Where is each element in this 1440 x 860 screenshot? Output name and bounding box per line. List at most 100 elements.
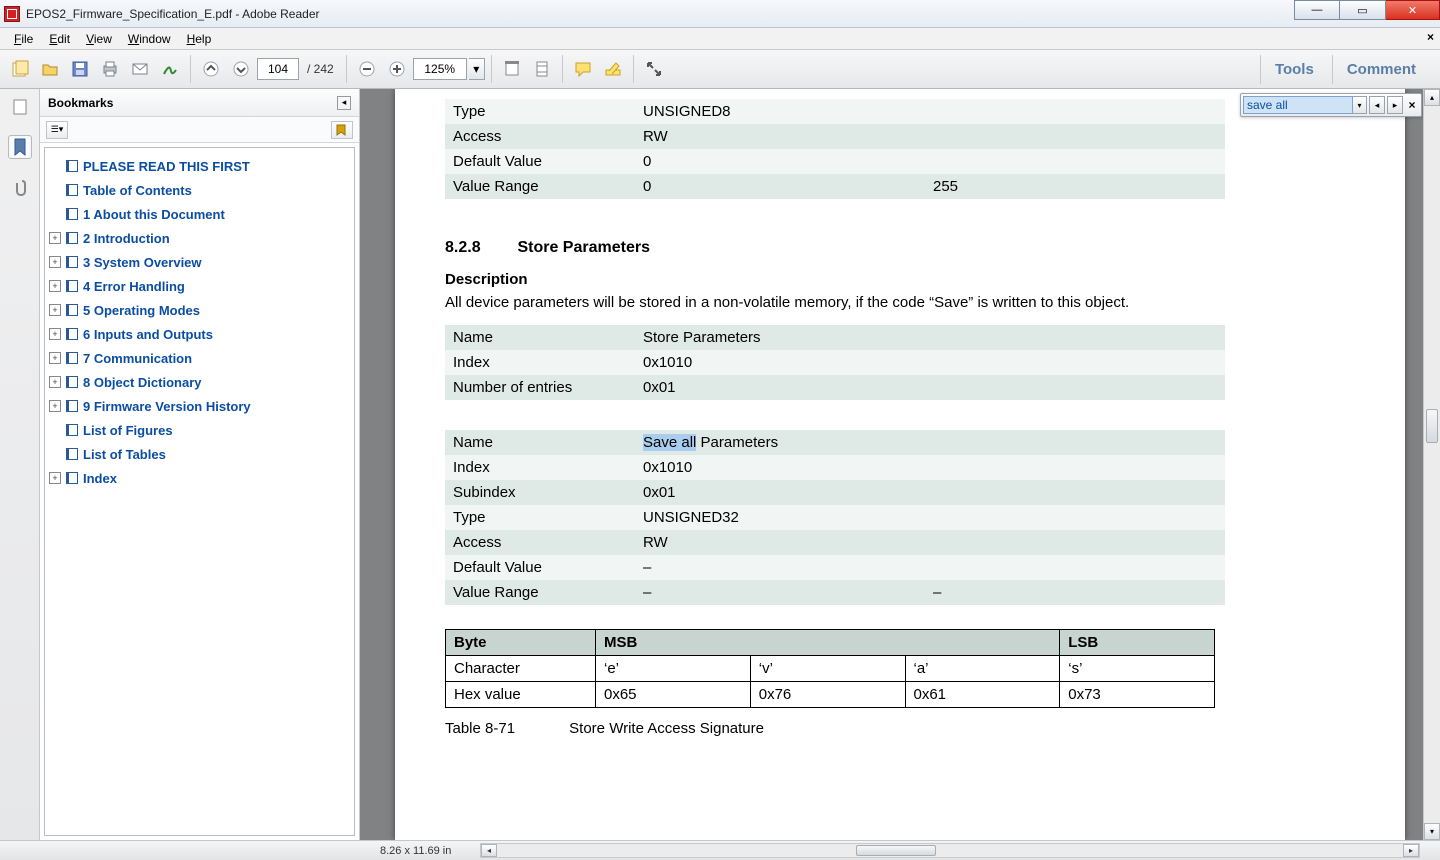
expand-toggle-icon[interactable]: + [49, 304, 61, 316]
cell-value: UNSIGNED8 [635, 99, 925, 124]
find-close-icon[interactable]: × [1405, 98, 1419, 112]
expand-toggle-icon[interactable]: + [49, 280, 61, 292]
zoom-level[interactable]: 125% [413, 58, 467, 80]
page-up-icon[interactable] [197, 55, 225, 83]
highlight-icon[interactable] [599, 55, 627, 83]
menu-file[interactable]: File [6, 30, 41, 48]
expand-toggle-icon[interactable]: + [49, 376, 61, 388]
cell-value: 0x65 [596, 682, 751, 708]
bookmark-item[interactable]: 1 About this Document [49, 202, 350, 226]
menu-help[interactable]: Help [179, 30, 220, 48]
thumbnails-icon[interactable] [8, 95, 32, 119]
hscroll-left-icon[interactable]: ◂ [481, 844, 497, 857]
bm-options-icon[interactable]: ☰▾ [46, 121, 68, 139]
hscroll-right-icon[interactable]: ▸ [1403, 844, 1419, 857]
scroll-thumb[interactable] [1426, 409, 1438, 443]
bookmark-label[interactable]: Index [83, 471, 117, 486]
bookmark-label[interactable]: 1 About this Document [83, 207, 225, 222]
minimize-button[interactable]: — [1294, 0, 1340, 20]
print-icon[interactable] [96, 55, 124, 83]
expand-toggle-icon[interactable]: + [49, 232, 61, 244]
bookmark-item[interactable]: +9 Firmware Version History [49, 394, 350, 418]
horizontal-scrollbar[interactable]: ◂ ▸ [480, 843, 1420, 858]
open-icon[interactable] [36, 55, 64, 83]
maximize-button[interactable]: ▭ [1340, 0, 1386, 20]
bookmark-label[interactable]: 4 Error Handling [83, 279, 185, 294]
bookmark-label[interactable]: 9 Firmware Version History [83, 399, 251, 414]
bookmark-item[interactable]: List of Figures [49, 418, 350, 442]
fit-page-icon[interactable] [528, 55, 556, 83]
expand-toggle-icon[interactable]: + [49, 352, 61, 364]
close-button[interactable]: ✕ [1386, 0, 1440, 20]
table-row: Default Value– [445, 555, 1225, 580]
zoom-in-icon[interactable] [383, 55, 411, 83]
export-pdf-icon[interactable] [6, 55, 34, 83]
bookmark-label[interactable]: List of Figures [83, 423, 173, 438]
find-next-icon[interactable]: ▸ [1387, 96, 1403, 114]
find-prev-icon[interactable]: ◂ [1369, 96, 1385, 114]
bookmark-item[interactable]: +4 Error Handling [49, 274, 350, 298]
bookmark-item[interactable]: +7 Communication [49, 346, 350, 370]
bookmark-label[interactable]: 3 System Overview [83, 255, 202, 270]
bookmark-item[interactable]: +5 Operating Modes [49, 298, 350, 322]
vertical-scrollbar[interactable]: ▴ ▾ [1423, 89, 1440, 840]
expand-toggle-icon[interactable]: + [49, 328, 61, 340]
document-viewport[interactable]: TypeUNSIGNED8AccessRWDefault Value0Value… [360, 89, 1440, 840]
sign-icon[interactable] [156, 55, 184, 83]
hscroll-thumb[interactable] [856, 845, 936, 856]
comment-link[interactable]: Comment [1332, 55, 1430, 84]
bookmark-label[interactable]: 2 Introduction [83, 231, 170, 246]
fit-width-icon[interactable] [498, 55, 526, 83]
bookmark-label[interactable]: 5 Operating Modes [83, 303, 200, 318]
bookmarks-icon[interactable] [8, 135, 32, 159]
bookmark-label[interactable]: Table of Contents [83, 183, 192, 198]
menu-window[interactable]: Window [120, 30, 179, 48]
read-mode-icon[interactable] [640, 55, 668, 83]
expand-toggle-icon[interactable]: + [49, 472, 61, 484]
bookmark-icon [65, 159, 79, 173]
cell-label: Index [445, 455, 635, 480]
expand-toggle-icon[interactable]: + [49, 256, 61, 268]
zoom-dropdown-icon[interactable]: ▾ [469, 58, 485, 80]
bookmark-label[interactable]: 8 Object Dictionary [83, 375, 201, 390]
bookmark-label[interactable]: 6 Inputs and Outputs [83, 327, 213, 342]
bookmark-label[interactable]: 7 Communication [83, 351, 192, 366]
scroll-up-icon[interactable]: ▴ [1424, 89, 1440, 106]
bm-new-icon[interactable] [331, 121, 353, 139]
bookmark-label[interactable]: PLEASE READ THIS FIRST [83, 159, 250, 174]
bookmark-label[interactable]: List of Tables [83, 447, 166, 462]
bookmark-item[interactable]: Table of Contents [49, 178, 350, 202]
attachments-icon[interactable] [8, 175, 32, 199]
save-icon[interactable] [66, 55, 94, 83]
bookmark-item[interactable]: List of Tables [49, 442, 350, 466]
menu-close-doc[interactable]: × [1427, 30, 1434, 44]
menu-view[interactable]: View [78, 30, 120, 48]
cell-label: Type [445, 505, 635, 530]
bookmark-icon [65, 399, 79, 413]
cell-label: Default Value [445, 149, 635, 174]
cell-label: Name [445, 325, 635, 350]
bookmark-item[interactable]: +3 System Overview [49, 250, 350, 274]
page-down-icon[interactable] [227, 55, 255, 83]
comment-bubble-icon[interactable] [569, 55, 597, 83]
find-options-icon[interactable]: ▾ [1353, 96, 1367, 114]
cell-value: – [925, 580, 1225, 605]
tools-link[interactable]: Tools [1260, 55, 1328, 84]
email-icon[interactable] [126, 55, 154, 83]
page-number-input[interactable] [257, 58, 299, 80]
find-input[interactable] [1243, 96, 1353, 114]
description-heading: Description [445, 271, 1375, 288]
menu-edit[interactable]: Edit [41, 30, 78, 48]
bookmark-item[interactable]: PLEASE READ THIS FIRST [49, 154, 350, 178]
bookmark-item[interactable]: +2 Introduction [49, 226, 350, 250]
expand-toggle-icon[interactable]: + [49, 400, 61, 412]
scroll-down-icon[interactable]: ▾ [1424, 823, 1440, 840]
bookmarks-tree[interactable]: PLEASE READ THIS FIRST Table of Contents 1… [44, 147, 355, 836]
zoom-out-icon[interactable] [353, 55, 381, 83]
bookmark-item[interactable]: +6 Inputs and Outputs [49, 322, 350, 346]
cell-value [925, 149, 1225, 174]
collapse-panel-icon[interactable]: ◂ [337, 96, 351, 110]
bookmark-icon [65, 303, 79, 317]
bookmark-item[interactable]: +8 Object Dictionary [49, 370, 350, 394]
bookmark-item[interactable]: + Index [49, 466, 350, 490]
